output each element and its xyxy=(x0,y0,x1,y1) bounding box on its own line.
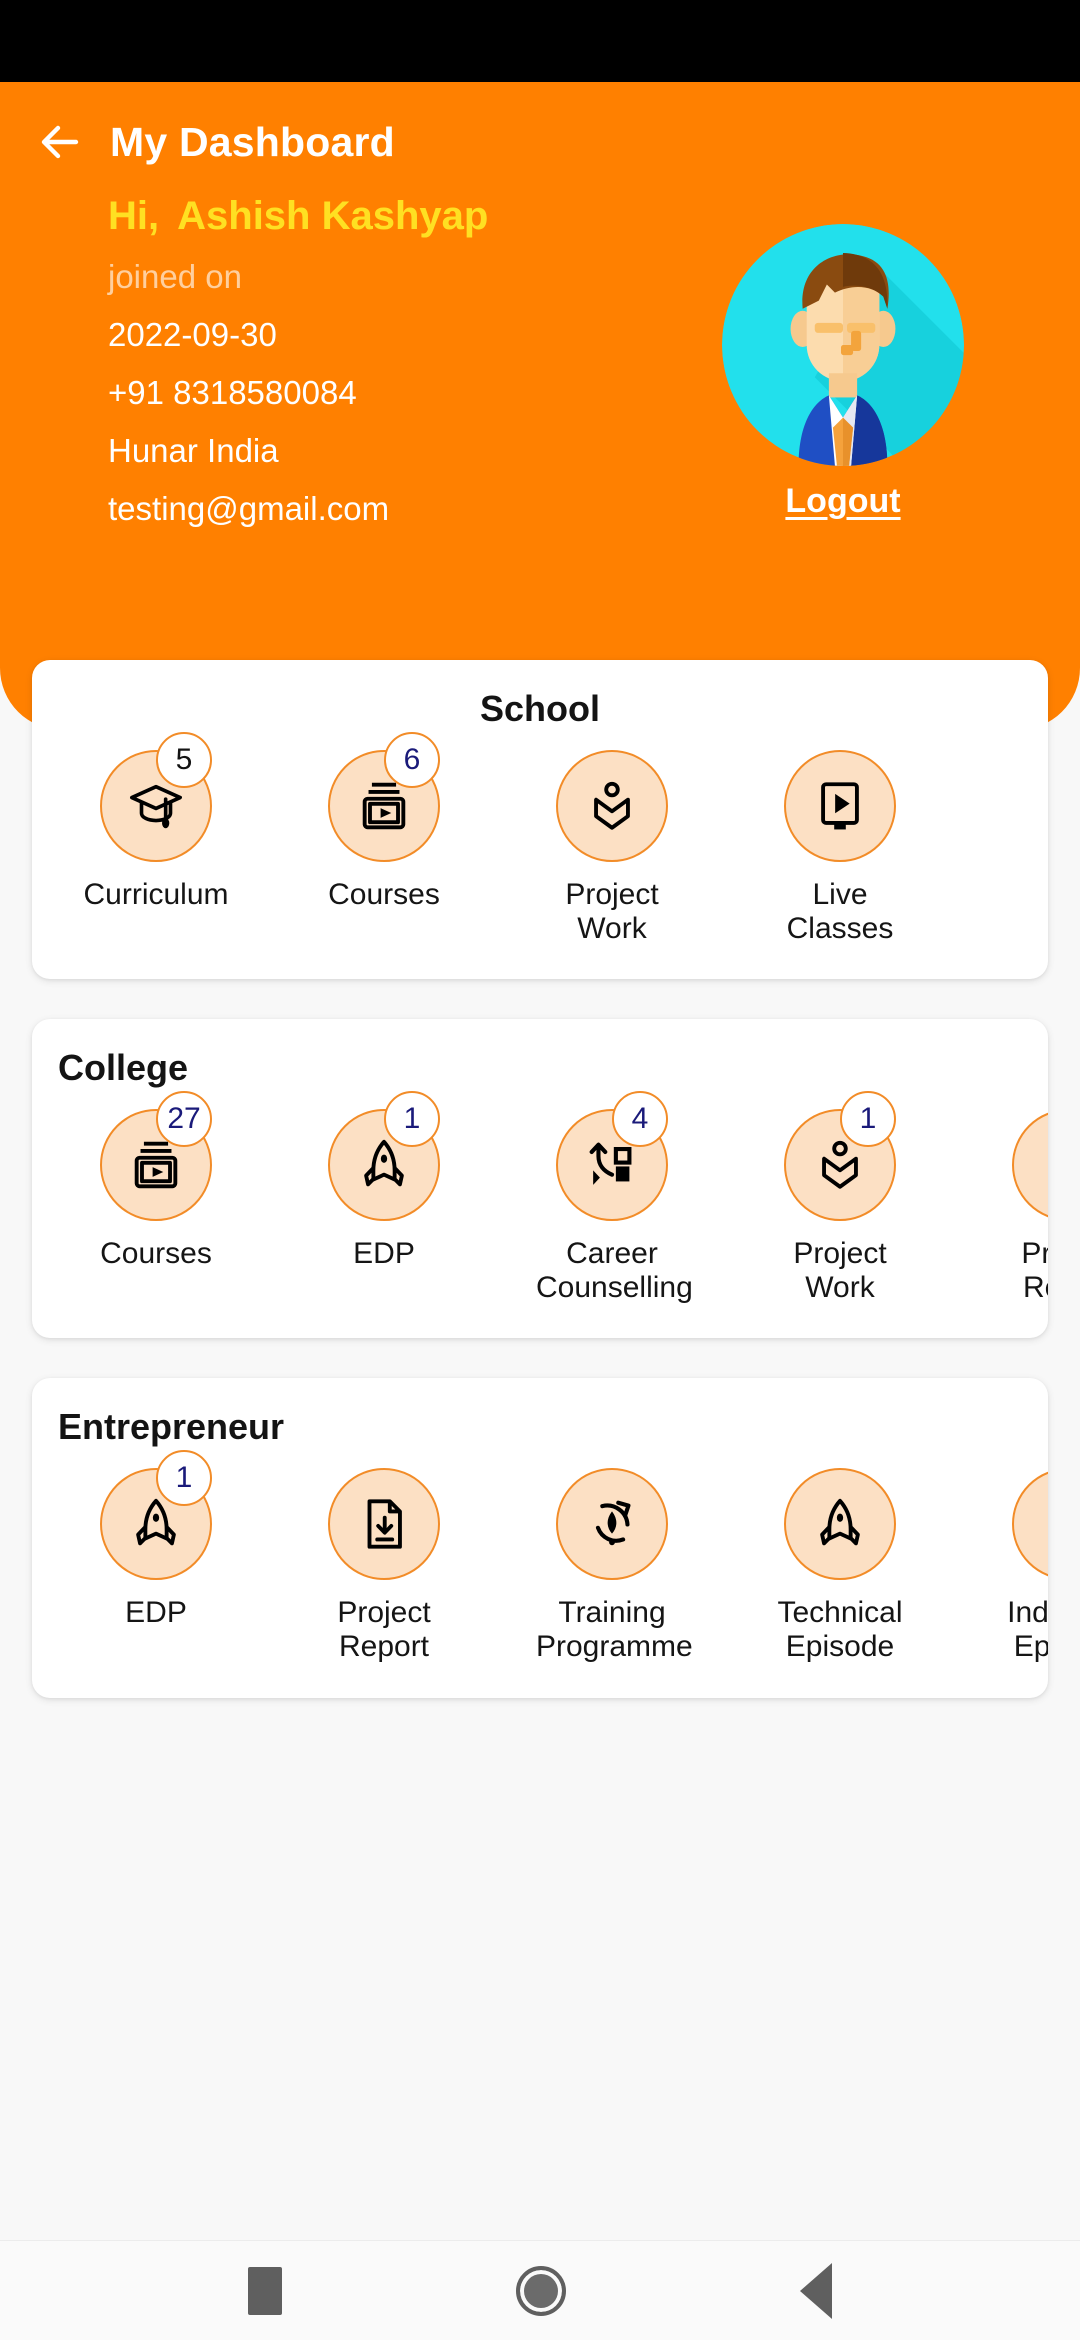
dashboard-item[interactable]: Industrial Episode xyxy=(992,1468,1048,1663)
item-count-badge: 1 xyxy=(384,1091,440,1148)
rocket-icon[interactable] xyxy=(1012,1468,1048,1581)
item-label: Project Report xyxy=(337,1596,431,1663)
dashboard-item[interactable]: 4 Career Counselling xyxy=(536,1091,693,1304)
dashboard-item[interactable]: 1 EDP xyxy=(80,1450,232,1630)
item-label: Project Work xyxy=(793,1237,887,1304)
course-video-icon[interactable]: 6 xyxy=(328,732,440,862)
open-book-icon[interactable]: 1 xyxy=(784,1091,896,1222)
user-name: Ashish Kashyap xyxy=(177,194,489,238)
item-count-badge: 27 xyxy=(156,1091,212,1148)
item-label: Live Classes xyxy=(786,878,894,945)
dashboard-item[interactable]: 1 EDP xyxy=(308,1091,460,1271)
item-label: Courses xyxy=(100,1237,212,1271)
logout-button[interactable]: Logout xyxy=(722,482,964,521)
rocket-icon[interactable]: 1 xyxy=(328,1091,440,1222)
dashboard-item[interactable]: 5 Curriculum xyxy=(80,732,232,912)
section-icon-row[interactable]: 27 Courses 1 EDP 4 Career Counselling 1 Project… xyxy=(32,1091,1048,1338)
section-title: College xyxy=(58,1047,189,1089)
item-label: Curriculum xyxy=(83,878,229,911)
joined-date: 2022-09-30 xyxy=(108,316,277,353)
app-screen: My Dashboard Hi, Ashish Kashyap joined on… xyxy=(0,0,1080,2340)
live-play-icon[interactable] xyxy=(784,750,896,862)
item-label: Career Counselling xyxy=(536,1237,693,1304)
circle-home-icon[interactable] xyxy=(516,2265,566,2316)
dashboard-item[interactable]: Project Report xyxy=(992,1109,1048,1304)
user-info-block: joined on 2022-09-30 +91 8318580084 Huna… xyxy=(108,260,389,550)
item-label: EDP xyxy=(353,1237,415,1271)
dashboard-item[interactable]: Technical Episode xyxy=(764,1468,916,1663)
sections-container: School 5 Curriculum 6 Courses Project Work Liv… xyxy=(0,660,1080,1738)
android-nav-bar xyxy=(0,2240,1080,2340)
greeting-line: Hi, Ashish Kashyap xyxy=(108,194,488,239)
dashboard-item[interactable]: Project Work xyxy=(536,750,688,945)
document-download-icon[interactable] xyxy=(1012,1109,1048,1222)
triangle-back-icon[interactable] xyxy=(800,2262,832,2319)
section-icon-row[interactable]: 5 Curriculum 6 Courses Project Work Live Clas… xyxy=(32,732,1048,979)
section-card: School 5 Curriculum 6 Courses Project Work Liv… xyxy=(32,660,1048,980)
avatar-section: Logout xyxy=(722,224,964,521)
dashboard-item[interactable]: Project Report xyxy=(308,1468,460,1663)
item-count-badge: 1 xyxy=(156,1450,212,1507)
greeting-prefix: Hi, xyxy=(108,194,160,238)
item-label: Project Work xyxy=(565,878,659,945)
item-label: Project Report xyxy=(1021,1237,1048,1304)
item-count-badge: 1 xyxy=(840,1091,896,1148)
section-icon-row[interactable]: 1 EDP Project Report Training Programme Tech… xyxy=(32,1450,1048,1697)
item-label: Training Programme xyxy=(536,1596,693,1663)
open-book-icon[interactable] xyxy=(556,750,668,862)
graduation-cap-icon[interactable]: 5 xyxy=(100,732,212,862)
arrow-left-icon[interactable] xyxy=(36,118,84,166)
user-avatar-icon[interactable] xyxy=(722,224,964,466)
status-bar xyxy=(0,0,1080,82)
header-title-row: My Dashboard xyxy=(36,118,395,166)
dashboard-item[interactable]: 1 Project Work xyxy=(764,1091,916,1304)
document-download-icon[interactable] xyxy=(328,1468,440,1581)
training-refresh-icon[interactable] xyxy=(556,1468,668,1581)
section-card: College 27 Courses 1 EDP 4 Career Counselling 1… xyxy=(32,1019,1048,1339)
dashboard-item[interactable]: Training Programme xyxy=(536,1468,693,1663)
item-label: Industrial Episode xyxy=(1007,1596,1048,1663)
item-label: Technical Episode xyxy=(777,1596,903,1663)
item-label: Courses xyxy=(328,878,440,911)
page-title: My Dashboard xyxy=(110,118,395,165)
item-count-badge: 5 xyxy=(156,732,212,788)
user-organization: Hunar India xyxy=(108,432,279,469)
dashboard-item[interactable]: 27 Courses xyxy=(80,1091,232,1271)
section-title: School xyxy=(479,688,600,729)
joined-label: joined on xyxy=(108,258,242,295)
career-arrow-icon[interactable]: 4 xyxy=(556,1091,668,1222)
item-label: EDP xyxy=(125,1596,187,1630)
item-count-badge: 6 xyxy=(384,732,440,788)
section-title: Entrepreneur xyxy=(58,1406,285,1448)
rocket-icon[interactable] xyxy=(784,1468,896,1581)
rocket-icon[interactable]: 1 xyxy=(100,1450,212,1581)
dashboard-item[interactable]: Live Classes xyxy=(764,750,916,945)
dashboard-header: My Dashboard Hi, Ashish Kashyap joined on… xyxy=(0,82,1080,730)
dashboard-item[interactable]: 6 Courses xyxy=(308,732,460,912)
user-phone: +91 8318580084 xyxy=(108,374,357,411)
section-card: Entrepreneur 1 EDP Project Report Training P… xyxy=(32,1378,1048,1698)
square-recents-icon[interactable] xyxy=(248,2266,282,2315)
user-email: testing@gmail.com xyxy=(108,490,390,527)
course-video-icon[interactable]: 27 xyxy=(100,1091,212,1222)
item-count-badge: 4 xyxy=(612,1091,668,1148)
